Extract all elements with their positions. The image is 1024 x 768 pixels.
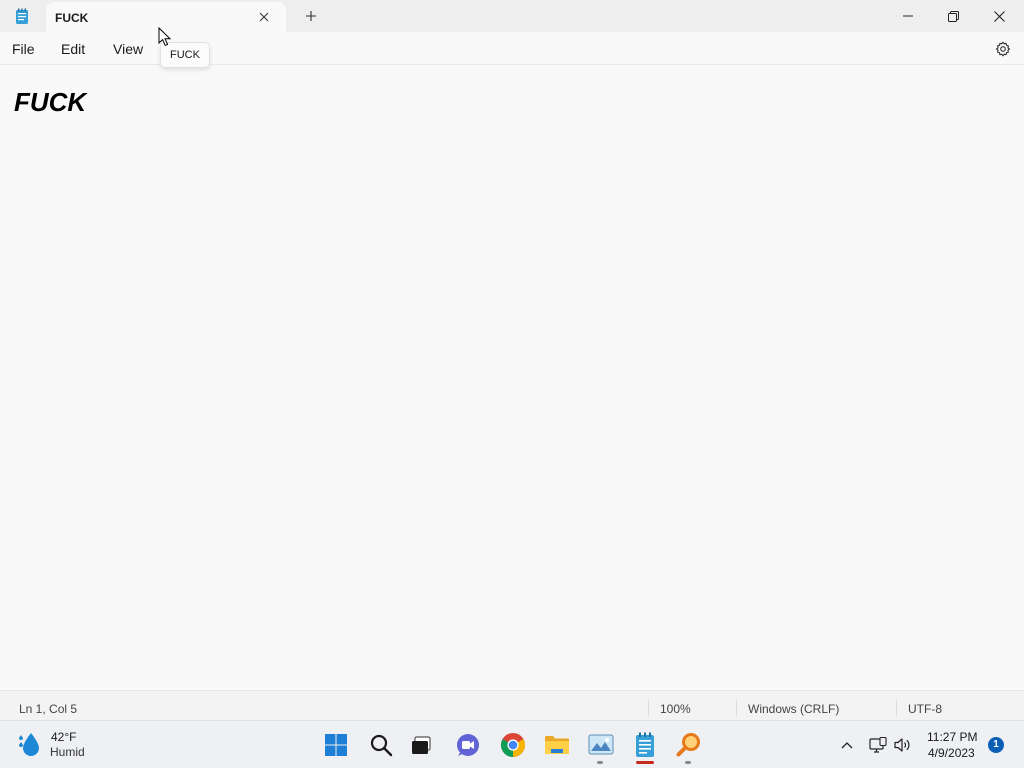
notification-badge[interactable]: 1 [988,737,1004,753]
volume-icon[interactable] [893,735,913,755]
minimize-button[interactable] [885,0,931,32]
chevron-up-icon[interactable] [837,735,857,755]
chrome-icon[interactable] [499,731,527,759]
menu-bar: File Edit View [0,32,1024,65]
title-bar: FUCK [0,0,1024,32]
new-tab-button[interactable] [300,6,322,26]
notepad-icon [14,8,30,25]
weather-temperature[interactable]: 42°F [51,730,76,744]
folder-icon[interactable] [543,731,571,759]
windows-start-icon[interactable] [322,731,350,759]
line-ending: Windows (CRLF) [748,702,840,716]
magnifier-orange-icon[interactable] [675,731,703,759]
weather-condition[interactable]: Humid [50,745,85,759]
menu-view[interactable]: View [113,41,143,57]
restore-button[interactable] [930,0,976,32]
cursor-position: Ln 1, Col 5 [19,702,78,716]
mouse-cursor-icon [158,26,172,52]
status-divider [736,700,737,716]
status-bar: Ln 1, Col 5 100% Windows (CRLF) UTF-8 [0,690,1024,720]
status-divider [896,700,897,716]
taskbar: 42°F Humid 11:27 PM 4/9/2023 1 [0,720,1024,768]
tab-title: FUCK [55,11,89,25]
active-indicator [636,761,654,764]
photo-icon[interactable] [587,731,615,759]
humidity-drop-icon[interactable] [17,730,45,758]
chat-video-icon[interactable] [454,731,482,759]
clock-time[interactable]: 11:27 PM [927,730,977,744]
status-divider [648,700,649,716]
close-window-button[interactable] [976,0,1022,32]
notepad-taskbar-icon[interactable] [631,731,659,759]
gear-icon[interactable] [991,38,1015,60]
network-icon[interactable] [868,735,888,755]
clock-date[interactable]: 4/9/2023 [928,746,975,760]
search-icon[interactable] [367,731,395,759]
task-view-icon[interactable] [408,731,436,759]
text-editor[interactable]: FUCK [0,66,1024,690]
menu-edit[interactable]: Edit [61,41,85,57]
encoding: UTF-8 [908,702,942,716]
editor-content: FUCK [14,87,87,117]
running-indicator [685,761,691,764]
menu-file[interactable]: File [12,41,35,57]
running-indicator [597,761,603,764]
tab-close-icon[interactable] [254,8,274,26]
zoom-level: 100% [660,702,691,716]
